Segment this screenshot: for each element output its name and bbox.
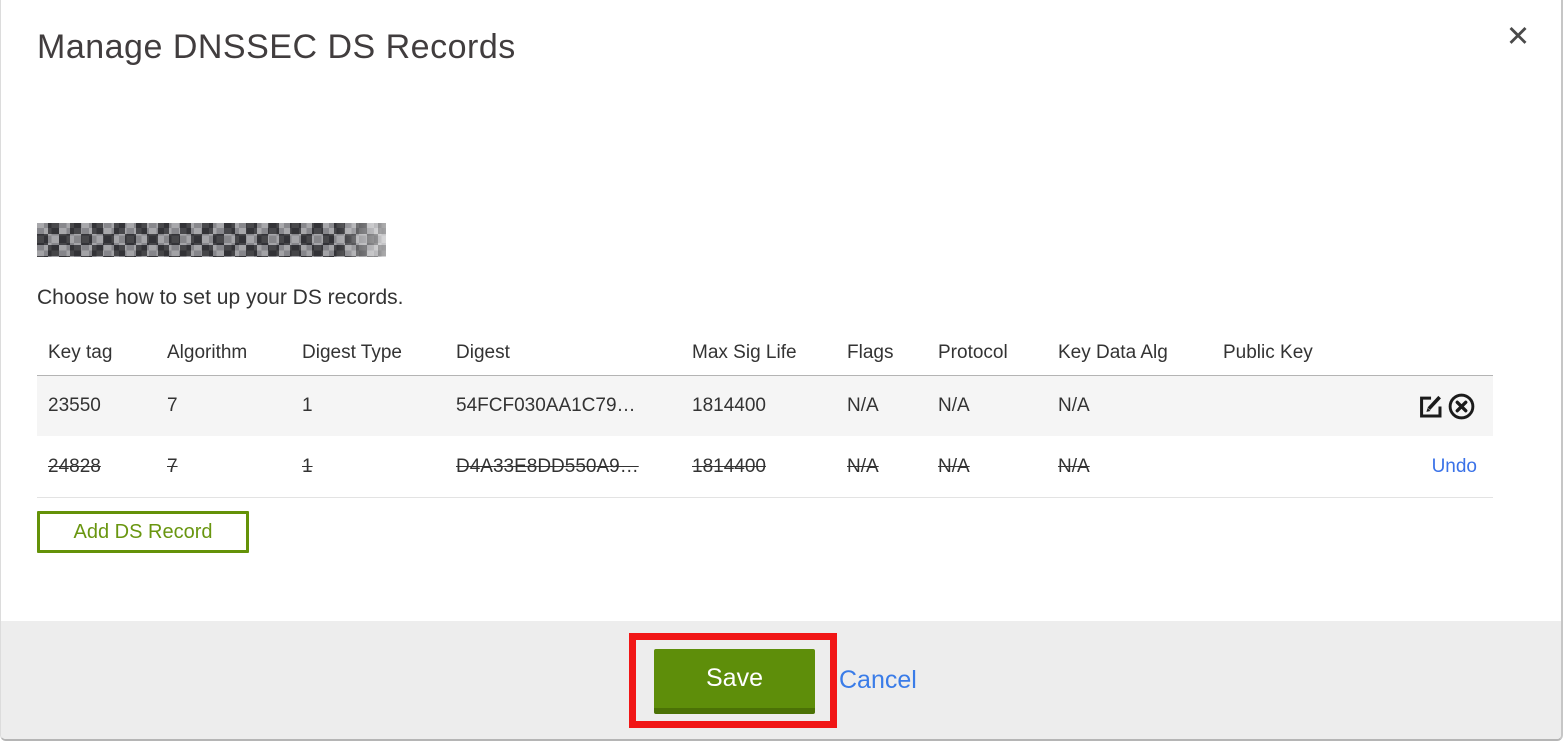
undo-link[interactable]: Undo	[1432, 456, 1477, 478]
cell-digest-type: 1	[302, 395, 313, 416]
column-header-flags: Flags	[847, 341, 894, 363]
row-actions	[1342, 391, 1493, 422]
edit-icon	[1416, 392, 1445, 421]
cell-max-sig-life: 1814400	[692, 455, 766, 477]
cell-algorithm: 7	[167, 395, 178, 416]
close-icon[interactable]: ✕	[1500, 18, 1536, 54]
cell-algorithm: 7	[167, 455, 178, 477]
column-header-key-data-alg: Key Data Alg	[1058, 341, 1168, 363]
column-header-digest: Digest	[456, 341, 510, 363]
delete-record-button[interactable]	[1446, 391, 1477, 422]
instruction-text: Choose how to set up your DS records.	[37, 286, 404, 309]
column-header-protocol: Protocol	[938, 341, 1008, 363]
delete-icon	[1447, 392, 1476, 421]
column-header-key-tag: Key tag	[48, 341, 113, 363]
redacted-domain-name	[37, 223, 386, 257]
save-button[interactable]: Save	[654, 648, 815, 714]
column-header-max-sig-life: Max Sig Life	[692, 341, 797, 363]
cell-digest-type: 1	[302, 455, 313, 477]
cell-max-sig-life: 1814400	[692, 395, 766, 416]
cell-key-data-alg: N/A	[1058, 395, 1090, 416]
table-row: 23550 7 1 54FCF030AA1C79… 1814400 N/A N/…	[37, 376, 1493, 436]
cell-protocol: N/A	[938, 395, 970, 416]
column-header-algorithm: Algorithm	[167, 341, 248, 363]
cell-flags: N/A	[847, 455, 879, 477]
row-actions: Undo	[1342, 456, 1493, 478]
cell-key-data-alg: N/A	[1058, 455, 1090, 477]
dialog-footer: Save Cancel	[1, 621, 1561, 739]
column-header-public-key: Public Key	[1223, 341, 1313, 363]
cell-digest: 54FCF030AA1C79…	[456, 395, 636, 416]
cancel-link[interactable]: Cancel	[839, 666, 917, 695]
edit-record-button[interactable]	[1415, 391, 1446, 422]
column-header-digest-type: Digest Type	[302, 341, 402, 363]
cell-key-tag: 23550	[48, 395, 101, 416]
annotation-highlight-rectangle: Save	[629, 632, 837, 728]
table-row-deleted: 24828 7 1 D4A33E8DD550A9… 1814400 N/A N/…	[37, 436, 1493, 498]
cell-key-tag: 24828	[48, 455, 101, 477]
manage-dnssec-dialog: Manage DNSSEC DS Records ✕ Choose how to…	[0, 0, 1563, 741]
cell-protocol: N/A	[938, 455, 970, 477]
table-header-row: Key tag Algorithm Digest Type Digest Max…	[37, 330, 1493, 376]
cell-flags: N/A	[847, 395, 879, 416]
cell-digest: D4A33E8DD550A9…	[456, 455, 639, 477]
page-title: Manage DNSSEC DS Records	[37, 28, 516, 66]
add-ds-record-button[interactable]: Add DS Record	[37, 511, 249, 553]
ds-records-table: Key tag Algorithm Digest Type Digest Max…	[37, 330, 1493, 498]
